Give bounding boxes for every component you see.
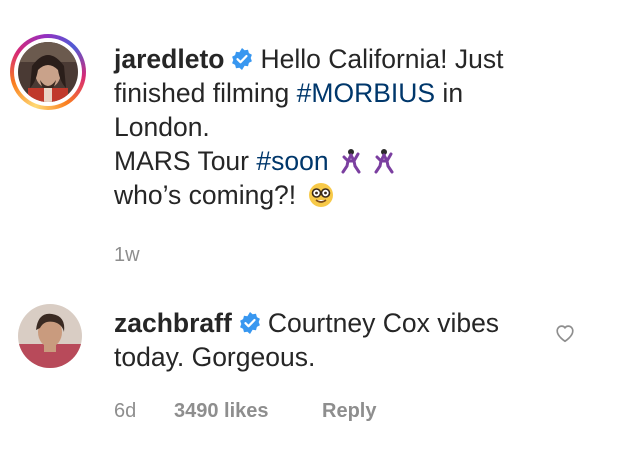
hashtag-morbius[interactable]: #MORBIUS <box>297 78 435 108</box>
heart-outline-icon[interactable] <box>554 322 576 344</box>
comment-time: 1w <box>114 244 140 266</box>
comment-text: Hello California! Just <box>260 44 504 74</box>
comment-line-1: zachbraff Courtney Cox vibes <box>114 306 554 340</box>
comment-line-4: MARS Tour #soon <box>114 144 584 178</box>
comment-text: in <box>435 78 464 108</box>
comment-text: who’s coming?! <box>114 180 297 210</box>
comment-text: MARS Tour <box>114 146 257 176</box>
comment-text: finished filming <box>114 78 297 108</box>
avatar-photo <box>18 304 82 368</box>
avatar-ring-gap <box>14 38 82 106</box>
comment-line-2: today. Gorgeous. <box>114 340 554 374</box>
comment-body: jaredleto Hello California! Just finishe… <box>114 42 584 212</box>
username[interactable]: jaredleto <box>114 44 224 74</box>
comment-text: Courtney Cox vibes <box>267 308 500 338</box>
comment-line-1: jaredleto Hello California! Just <box>114 42 584 76</box>
comment-body: zachbraff Courtney Cox vibes today. Gorg… <box>114 306 554 374</box>
comment-line-3: London. <box>114 110 584 144</box>
comment-text: London. <box>114 112 210 142</box>
verified-badge-icon <box>239 312 260 334</box>
dancing-man-icon <box>374 149 394 174</box>
comment-text: today. Gorgeous. <box>114 342 316 372</box>
comment-time: 6d <box>114 400 137 422</box>
nerd-face-icon <box>308 183 333 207</box>
username[interactable]: zachbraff <box>114 308 232 338</box>
avatar[interactable] <box>18 42 78 102</box>
avatar-story-ring[interactable] <box>10 34 86 110</box>
avatar[interactable] <box>18 304 82 368</box>
likes-count[interactable]: 3490 likes <box>174 400 269 423</box>
reply-button[interactable]: Reply <box>322 400 376 423</box>
comment-line-5: who’s coming?! <box>114 178 584 212</box>
dancing-man-icon <box>341 149 361 174</box>
hashtag-soon[interactable]: #soon <box>256 146 328 176</box>
comment-line-2: finished filming #MORBIUS in <box>114 76 584 110</box>
avatar-photo <box>18 42 78 102</box>
verified-badge-icon <box>232 48 253 70</box>
